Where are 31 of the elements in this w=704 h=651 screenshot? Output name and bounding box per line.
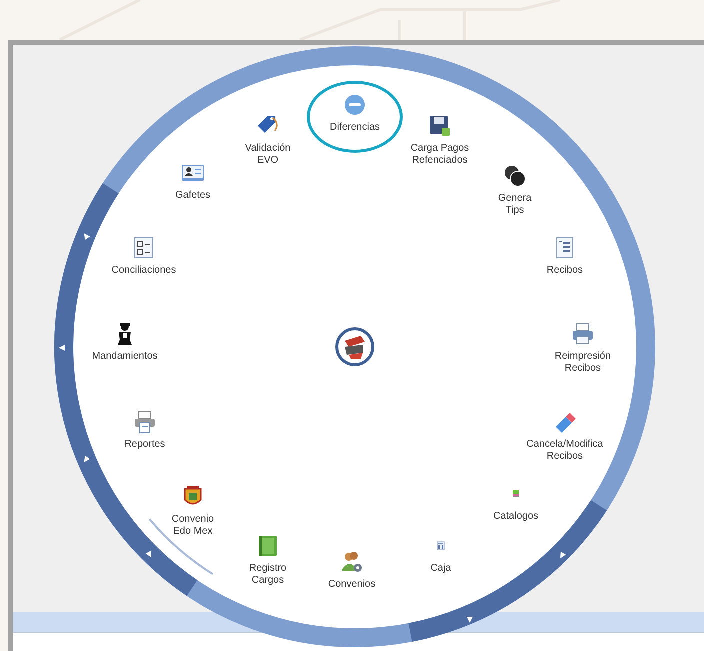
printer-icon[interactable] — [571, 322, 595, 346]
menu-item-label[interactable]: Reportes — [85, 439, 205, 451]
menu-item-label[interactable]: Genera Tips — [455, 193, 575, 217]
stack-icon[interactable] — [510, 488, 522, 500]
arrow-icon[interactable] — [467, 617, 473, 623]
book-icon[interactable] — [256, 534, 280, 558]
arrow-icon[interactable] — [59, 345, 65, 351]
menu-item-label[interactable]: Mandamientos — [65, 351, 185, 363]
minus-icon[interactable] — [343, 93, 367, 117]
ring-segment[interactable] — [408, 500, 607, 642]
menu-item-label[interactable]: Recibos — [505, 265, 625, 277]
users-gear-icon[interactable] — [340, 550, 364, 574]
arrow-icon[interactable] — [84, 456, 90, 462]
arrow-icon[interactable] — [560, 552, 566, 559]
calculator-icon[interactable] — [435, 540, 447, 552]
checklist-icon[interactable] — [132, 236, 156, 260]
menu-item-label[interactable]: Carga Pagos Refenciados — [380, 143, 500, 167]
menu-item-label[interactable]: Convenio Edo Mex — [133, 514, 253, 538]
arrow-icon[interactable] — [84, 234, 90, 240]
menu-item-label[interactable]: Conciliaciones — [84, 265, 204, 277]
coins-icon[interactable] — [503, 164, 527, 188]
floppy-disk-icon[interactable] — [428, 114, 452, 138]
menu-item-label[interactable]: Catalogos — [456, 511, 576, 523]
menu-item-label[interactable]: Validación EVO — [208, 143, 328, 167]
menu-item-label[interactable]: Cancela/Modifica Recibos — [505, 439, 625, 463]
menu-item-label[interactable]: Gafetes — [133, 190, 253, 202]
printer-icon[interactable] — [133, 410, 157, 434]
menu-item-label[interactable]: Diferencias — [295, 122, 415, 134]
menu-item-label[interactable]: Reimpresión Recibos — [523, 351, 643, 375]
arrow-icon[interactable] — [146, 550, 152, 558]
menu-item-label[interactable]: Caja — [381, 563, 501, 575]
